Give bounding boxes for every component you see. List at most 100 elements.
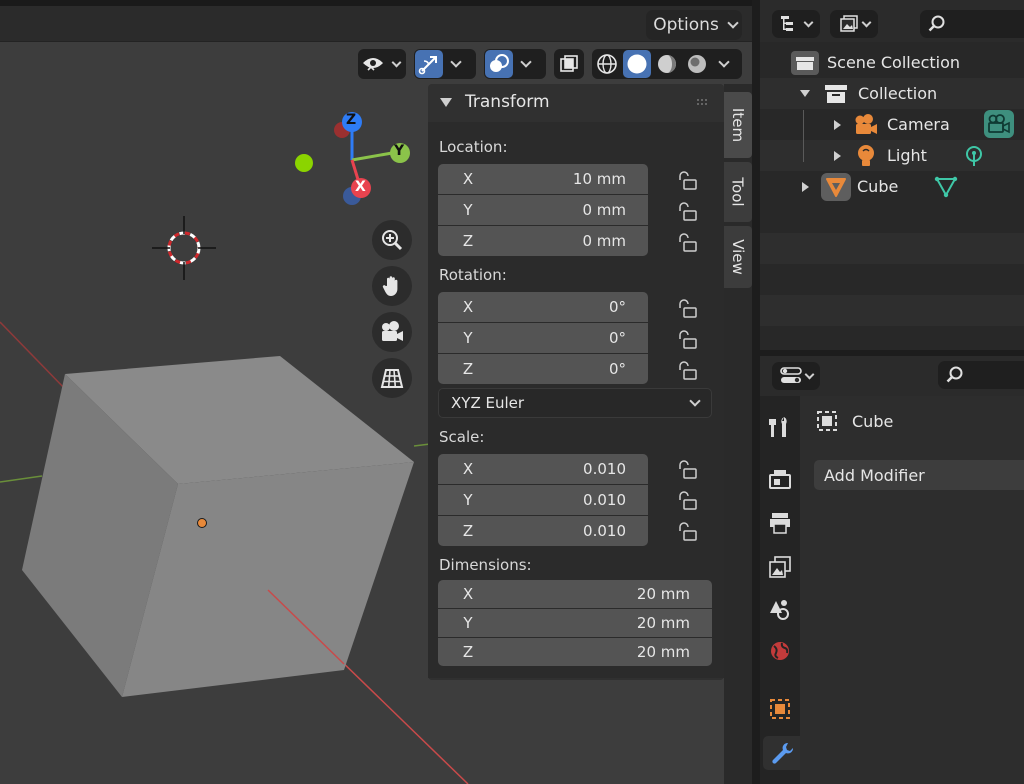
drag-handle-icon[interactable] <box>696 98 710 106</box>
gizmo-x-label: X <box>355 179 366 195</box>
camera-icon <box>382 321 403 341</box>
location-x-value: 10 mm <box>572 170 626 188</box>
panel-title: Transform <box>465 92 550 112</box>
tab-modifiers[interactable] <box>763 736 800 770</box>
lock-icon[interactable] <box>679 171 697 190</box>
lock-icon[interactable] <box>679 233 697 252</box>
expand-triangle-icon[interactable] <box>800 90 810 97</box>
tab-output[interactable] <box>763 506 797 540</box>
3d-viewport[interactable]: Z Y X Options Transform Location: X 10 m… <box>0 0 752 784</box>
shading-modes[interactable] <box>592 49 742 79</box>
tab-tool-settings[interactable] <box>763 410 797 444</box>
modifiers-panel: Cube Add Modifier <box>800 396 1024 784</box>
options-dropdown[interactable]: Options <box>646 10 742 40</box>
solid-shading-button[interactable] <box>623 50 651 78</box>
3d-cursor-icon <box>152 216 216 280</box>
gizmo-icon <box>418 56 437 75</box>
wireframe-shading-button[interactable] <box>593 50 621 78</box>
rendered-shading-button[interactable] <box>683 50 711 78</box>
scale-x-field[interactable]: X 0.010 <box>438 454 648 484</box>
lock-icon[interactable] <box>679 202 697 221</box>
location-y-field[interactable]: Y 0 mm <box>438 195 648 225</box>
lock-icon[interactable] <box>679 460 697 479</box>
camera-object-icon <box>855 113 877 134</box>
xray-toggle[interactable] <box>554 49 584 79</box>
lock-icon[interactable] <box>679 361 697 380</box>
object-name-row: Cube <box>816 410 893 432</box>
expand-triangle-icon[interactable] <box>834 119 841 130</box>
x-axis-line <box>0 321 69 393</box>
scale-y-field[interactable]: Y 0.010 <box>438 485 648 515</box>
render-icon <box>769 470 791 489</box>
tab-view-layer[interactable] <box>763 550 797 584</box>
dimensions-x-field[interactable]: X 20 mm <box>438 580 712 608</box>
material-sphere-icon <box>658 55 676 73</box>
tab-tool[interactable]: Tool <box>724 162 752 222</box>
outliner-search-field[interactable] <box>920 10 1024 38</box>
scale-z-field[interactable]: Z 0.010 <box>438 516 648 546</box>
properties-search-field[interactable] <box>938 361 1024 389</box>
filter-dropdown[interactable] <box>830 10 878 38</box>
mesh-data-icon[interactable] <box>934 175 958 199</box>
ortho-toggle-button[interactable] <box>372 358 412 398</box>
outliner: Scene Collection Collection Camera Light… <box>760 0 1024 350</box>
scene-collection-icon <box>791 50 819 75</box>
rotation-y-field[interactable]: Y 0° <box>438 323 648 353</box>
lock-icon[interactable] <box>679 522 697 541</box>
lock-icon[interactable] <box>679 330 697 349</box>
wireframe-icon <box>597 54 617 74</box>
axis-label: Y <box>463 614 473 632</box>
light-object-icon <box>858 144 874 166</box>
camera-view-button[interactable] <box>372 312 412 352</box>
axis-label: X <box>462 298 474 316</box>
transform-panel-header[interactable]: Transform <box>428 84 724 120</box>
scale-z-value: 0.010 <box>583 522 626 540</box>
tab-item[interactable]: Item <box>724 92 752 158</box>
tab-scene[interactable] <box>763 592 797 626</box>
camera-data-button[interactable] <box>984 110 1014 138</box>
editor-type-dropdown[interactable] <box>772 362 820 390</box>
mesh-object-icon <box>826 177 846 197</box>
location-x-field[interactable]: X 10 mm <box>438 164 648 194</box>
search-icon <box>946 366 963 383</box>
visibility-dropdown[interactable] <box>358 49 406 79</box>
object-icon <box>817 411 837 431</box>
outliner-item-collection[interactable]: Collection <box>760 78 1024 109</box>
display-mode-dropdown[interactable] <box>772 10 820 38</box>
lock-icon[interactable] <box>679 491 697 510</box>
rotation-x-field[interactable]: X 0° <box>438 292 648 322</box>
overlays-icon <box>490 54 509 72</box>
rotation-z-value: 0° <box>608 360 626 378</box>
expand-triangle-icon[interactable] <box>834 150 841 161</box>
outliner-item-scene-collection[interactable]: Scene Collection <box>760 47 1024 78</box>
gizmo-dropdown[interactable] <box>414 49 476 79</box>
outliner-item-camera[interactable]: Camera <box>760 109 1024 140</box>
lock-icon[interactable] <box>679 299 697 318</box>
add-modifier-button[interactable]: Add Modifier <box>814 460 1024 490</box>
expand-triangle-icon[interactable] <box>802 181 809 192</box>
tab-tool-label: Tool <box>729 177 748 207</box>
dimensions-y-field[interactable]: Y 20 mm <box>438 609 712 637</box>
dimensions-z-field[interactable]: Z 20 mm <box>438 638 712 666</box>
tab-view[interactable]: View <box>724 226 752 288</box>
lock-icons <box>679 171 697 541</box>
material-shading-button[interactable] <box>653 50 681 78</box>
location-z-field[interactable]: Z 0 mm <box>438 226 648 256</box>
tab-object[interactable] <box>763 692 797 726</box>
outliner-item-light[interactable]: Light <box>760 140 1024 171</box>
overlays-dropdown[interactable] <box>484 49 546 79</box>
image-icon <box>839 15 858 32</box>
tab-render[interactable] <box>763 462 797 496</box>
pan-button[interactable] <box>372 266 412 306</box>
area-border <box>0 0 752 6</box>
rotation-mode-select[interactable]: XYZ Euler <box>438 388 712 418</box>
zoom-button[interactable] <box>372 220 412 260</box>
light-data-icon[interactable] <box>962 144 986 168</box>
tab-world[interactable] <box>763 634 797 668</box>
rotation-z-field[interactable]: Z 0° <box>438 354 648 384</box>
camera-data-icon <box>988 114 1010 134</box>
world-icon <box>771 642 789 660</box>
outliner-item-cube[interactable]: Cube <box>760 171 1024 202</box>
y-axis-line <box>0 475 43 483</box>
location-z-value: 0 mm <box>582 232 626 250</box>
